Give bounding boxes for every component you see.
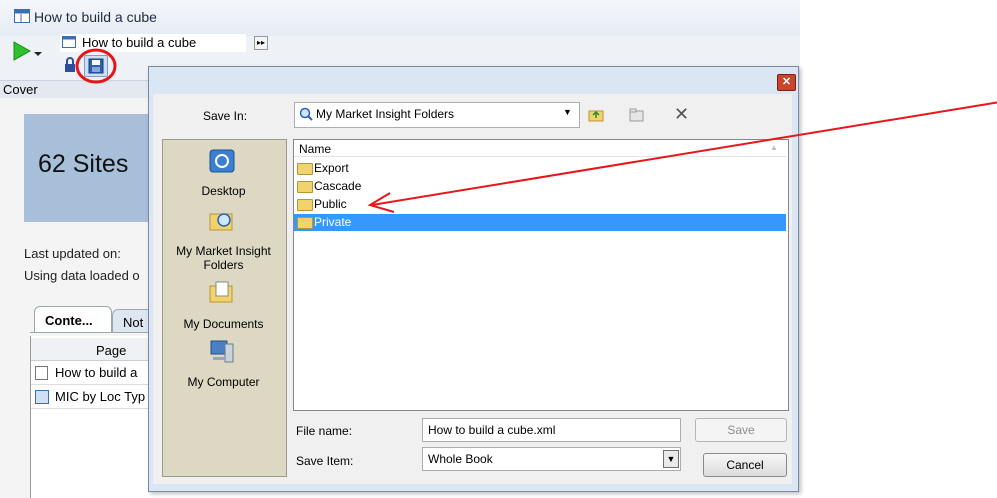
documents-label: My Documents — [183, 317, 264, 331]
pages-grid-header[interactable] — [31, 338, 150, 361]
file-name: Private — [314, 215, 352, 229]
folder-icon — [297, 217, 313, 229]
row-label: How to build a — [55, 365, 138, 380]
cover-label: Cover — [3, 82, 38, 97]
run-button[interactable] — [12, 40, 44, 62]
table-row[interactable]: How to build a — [31, 362, 150, 385]
tab-contents-label: Conte... — [45, 313, 93, 328]
data-loaded-label: Using data loaded o — [24, 268, 140, 283]
table-row[interactable]: MIC by Loc Typ — [31, 386, 150, 409]
file-name-field[interactable]: How to build a cube.xml — [422, 418, 681, 442]
desktop-label: Desktop — [201, 184, 246, 198]
market-insight-label: My Market Insight Folders — [176, 244, 271, 272]
annotation-arrow — [360, 100, 997, 220]
documents-place[interactable]: My Documents — [162, 280, 285, 332]
page-column-header: Page — [96, 343, 127, 358]
row-label: MIC by Loc Typ — [55, 389, 146, 404]
close-icon[interactable]: ✕ — [777, 74, 796, 91]
documents-icon — [208, 280, 236, 309]
folder-icon — [297, 163, 313, 175]
market-insight-folder-icon — [208, 208, 236, 237]
computer-label: My Computer — [187, 375, 260, 389]
computer-icon — [208, 338, 236, 369]
app-window-icon — [14, 9, 30, 23]
tab-notes-label: Not — [123, 315, 144, 330]
market-insight-place[interactable]: My Market Insight Folders — [162, 208, 285, 274]
name-column-label: Name — [299, 142, 332, 156]
market-insight-icon — [299, 107, 313, 124]
banner-title: 62 Sites — [38, 150, 129, 178]
file-name-value: How to build a cube.xml — [428, 423, 556, 437]
tab-strip-line — [30, 332, 150, 333]
chevron-down-icon[interactable]: ▼ — [663, 450, 679, 468]
window-title: How to build a cube — [34, 9, 157, 25]
computer-place[interactable]: My Computer — [162, 338, 285, 390]
save-item-value: Whole Book — [428, 452, 493, 466]
file-name: Export — [314, 161, 349, 175]
desktop-place[interactable]: Desktop — [162, 146, 285, 202]
file-name-label: File name: — [296, 424, 353, 438]
cancel-button[interactable]: Cancel — [703, 453, 787, 477]
save-button[interactable]: Save — [695, 418, 787, 442]
expand-icon[interactable]: ▸▸ — [254, 36, 268, 50]
file-name: Cascade — [314, 179, 362, 193]
save-item-select[interactable]: Whole Book ▼ — [422, 447, 681, 471]
folder-icon — [297, 181, 313, 193]
save-item-label: Save Item: — [296, 454, 354, 468]
file-name: Public — [314, 197, 347, 211]
desktop-icon — [208, 148, 236, 177]
save-in-label: Save In: — [203, 109, 248, 123]
chart-page-icon — [35, 390, 49, 404]
last-updated-label: Last updated on: — [24, 246, 121, 261]
folder-icon — [297, 199, 313, 211]
page-icon — [35, 366, 48, 380]
annotation-circle — [74, 46, 120, 86]
